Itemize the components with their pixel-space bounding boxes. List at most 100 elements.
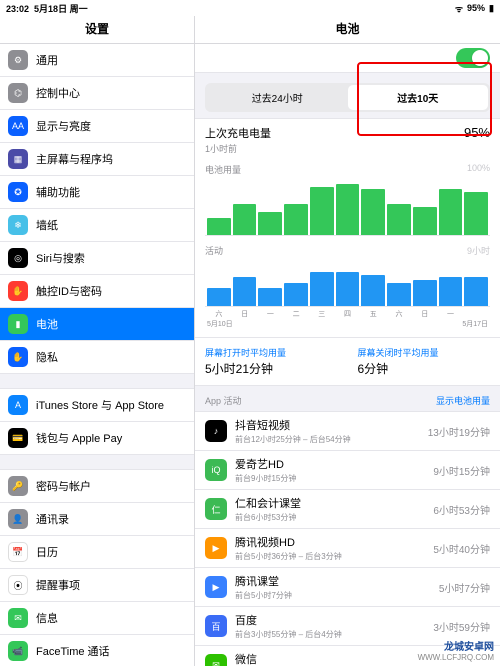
app-row[interactable]: ▶腾讯视频HD前台5小时36分钟 – 后台3分钟5小时40分钟 (195, 529, 500, 568)
app-sub: 前台5小时7分钟 (235, 590, 433, 601)
sidebar-item[interactable]: 👤通讯录 (0, 503, 194, 536)
chart-bar (439, 189, 463, 235)
app-activity-header: App 活动 (205, 394, 242, 407)
sidebar-icon: A (8, 395, 28, 415)
tab-10d[interactable]: 过去10天 (348, 85, 489, 110)
last-charge-label: 上次充电电量 (205, 125, 271, 141)
sidebar-icon: 📅 (8, 542, 28, 562)
main-panel: 电池 过去24小时 过去10天 上次充电电量 1小时前 95% (195, 16, 500, 666)
usage-chart-title: 电池用量 (205, 163, 241, 176)
watermark: 龙城安卓网 WWW.LCFJRQ.COM (418, 638, 494, 662)
sidebar-item[interactable]: AiTunes Store 与 App Store (0, 389, 194, 422)
sidebar-item[interactable]: 🔑密码与帐户 (0, 470, 194, 503)
sidebar-item[interactable]: ▦主屏幕与程序坞 (0, 143, 194, 176)
chart-bar (233, 277, 257, 306)
main-title: 电池 (195, 16, 500, 44)
chart-bar (361, 189, 385, 235)
app-row[interactable]: 仁仁和会计课堂前台6小时53分钟6小时53分钟 (195, 490, 500, 529)
sidebar-item[interactable]: 📹FaceTime 通话 (0, 635, 194, 666)
avg-on-value: 5小时21分钟 (205, 360, 338, 377)
show-battery-usage-link[interactable]: 显示电池用量 (436, 394, 490, 407)
sidebar-icon: ✋ (8, 347, 28, 367)
chart-bar (207, 288, 231, 306)
sidebar-item-label: iTunes Store 与 App Store (36, 397, 164, 413)
sidebar-icon: ◎ (8, 248, 28, 268)
sidebar-icon: ⚙ (8, 50, 28, 70)
app-icon: 仁 (205, 498, 227, 520)
sidebar-item[interactable]: 📅 日历 (0, 536, 194, 569)
app-name: 腾讯视频HD (235, 534, 427, 550)
sidebar-item-label: 提醒事项 (36, 577, 80, 593)
time-range-segmented: 过去24小时 过去10天 (195, 73, 500, 118)
last-charge-pct: 95% (464, 125, 490, 140)
app-time: 5小时40分钟 (427, 541, 490, 556)
activity-ymax: 9小时 (467, 244, 490, 257)
chart-bar (413, 280, 437, 306)
chart-bar (387, 204, 411, 235)
app-time: 9小时15分钟 (427, 463, 490, 478)
app-icon: ✉ (205, 654, 227, 666)
sidebar-item[interactable]: ✋ 隐私 (0, 341, 194, 373)
avg-off-value: 6分钟 (358, 360, 491, 377)
sidebar-item[interactable]: ❄墙纸 (0, 209, 194, 242)
app-name: 仁和会计课堂 (235, 495, 427, 511)
app-activity-list: ♪抖音短视频前台12小时25分钟 – 后台54分钟13小时19分钟iQ爱奇艺HD… (195, 411, 500, 666)
sidebar-item-label: 墙纸 (36, 217, 58, 233)
chart-bar (336, 184, 360, 235)
toggle-switch[interactable] (456, 48, 490, 68)
sidebar-item[interactable]: ▮电池 (0, 308, 194, 341)
usage-chart[interactable] (205, 178, 490, 236)
app-row[interactable]: ▶腾讯课堂前台5小时7分钟5小时7分钟 (195, 568, 500, 607)
sidebar-item-label: 主屏幕与程序坞 (36, 151, 113, 167)
usage-ymax: 100% (467, 163, 490, 176)
sidebar-item[interactable]: ⦿提醒事项 (0, 569, 194, 602)
sidebar-item[interactable]: 💳钱包与 Apple Pay (0, 422, 194, 454)
app-time: 13小时19分钟 (422, 424, 490, 439)
avg-screen-off: 屏幕关闭时平均用量 6分钟 (348, 338, 500, 385)
battery-pct: 95% (467, 3, 485, 13)
app-row[interactable]: iQ爱奇艺HD前台9小时15分钟9小时15分钟 (195, 451, 500, 490)
sidebar-title: 设置 (0, 16, 194, 44)
app-name: 百度 (235, 612, 427, 628)
chart-x-labels: 六日一二三四五六日一 (205, 309, 490, 319)
sidebar-item-label: 信息 (36, 610, 58, 626)
x-sub-left: 5月10日 (207, 319, 233, 329)
sidebar-item-label: 电池 (36, 316, 58, 332)
app-icon: iQ (205, 459, 227, 481)
sidebar-item-label: 触控ID与密码 (36, 283, 102, 299)
status-date: 5月18日 周一 (34, 4, 88, 14)
sidebar-item[interactable]: ⌬控制中心 (0, 77, 194, 110)
sidebar-item-label: 控制中心 (36, 85, 80, 101)
chart-bar (284, 204, 308, 235)
app-row[interactable]: ♪抖音短视频前台12小时25分钟 – 后台54分钟13小时19分钟 (195, 412, 500, 451)
sidebar-item[interactable]: ⚙通用 (0, 44, 194, 77)
chart-bar (387, 283, 411, 307)
tab-24h[interactable]: 过去24小时 (207, 85, 348, 110)
chart-bar (361, 275, 385, 306)
chart-bar (310, 187, 334, 235)
battery-icon: ▮ (489, 3, 494, 14)
activity-chart[interactable] (205, 259, 490, 307)
app-icon: ▶ (205, 576, 227, 598)
chart-bar (233, 204, 257, 235)
app-time: 3小时59分钟 (427, 619, 490, 634)
status-time: 23:02 (6, 4, 29, 14)
app-time: 6小时53分钟 (427, 502, 490, 517)
wifi-icon: ᯤ (455, 2, 463, 15)
sidebar-item-label: 隐私 (36, 349, 58, 365)
sidebar-item-label: Siri与搜索 (36, 250, 85, 266)
sidebar-item[interactable]: ✉信息 (0, 602, 194, 635)
activity-chart-title: 活动 (205, 244, 223, 257)
last-charge-row: 上次充电电量 1小时前 95% (205, 125, 490, 155)
app-icon: ▶ (205, 537, 227, 559)
status-bar: 23:02 5月18日 周一 ᯤ 95% ▮ (0, 0, 500, 16)
chart-bar (439, 277, 463, 306)
sidebar-item[interactable]: ✋ 触控ID与密码 (0, 275, 194, 308)
sidebar-item[interactable]: ✪辅助功能 (0, 176, 194, 209)
sidebar-item-label: 日历 (36, 544, 58, 560)
x-sub-right: 5月17日 (462, 319, 488, 329)
sidebar-item[interactable]: AA显示与亮度 (0, 110, 194, 143)
chart-bar (464, 192, 488, 235)
sidebar-icon: ✋ (8, 281, 28, 301)
sidebar-item[interactable]: ◎ Siri与搜索 (0, 242, 194, 275)
